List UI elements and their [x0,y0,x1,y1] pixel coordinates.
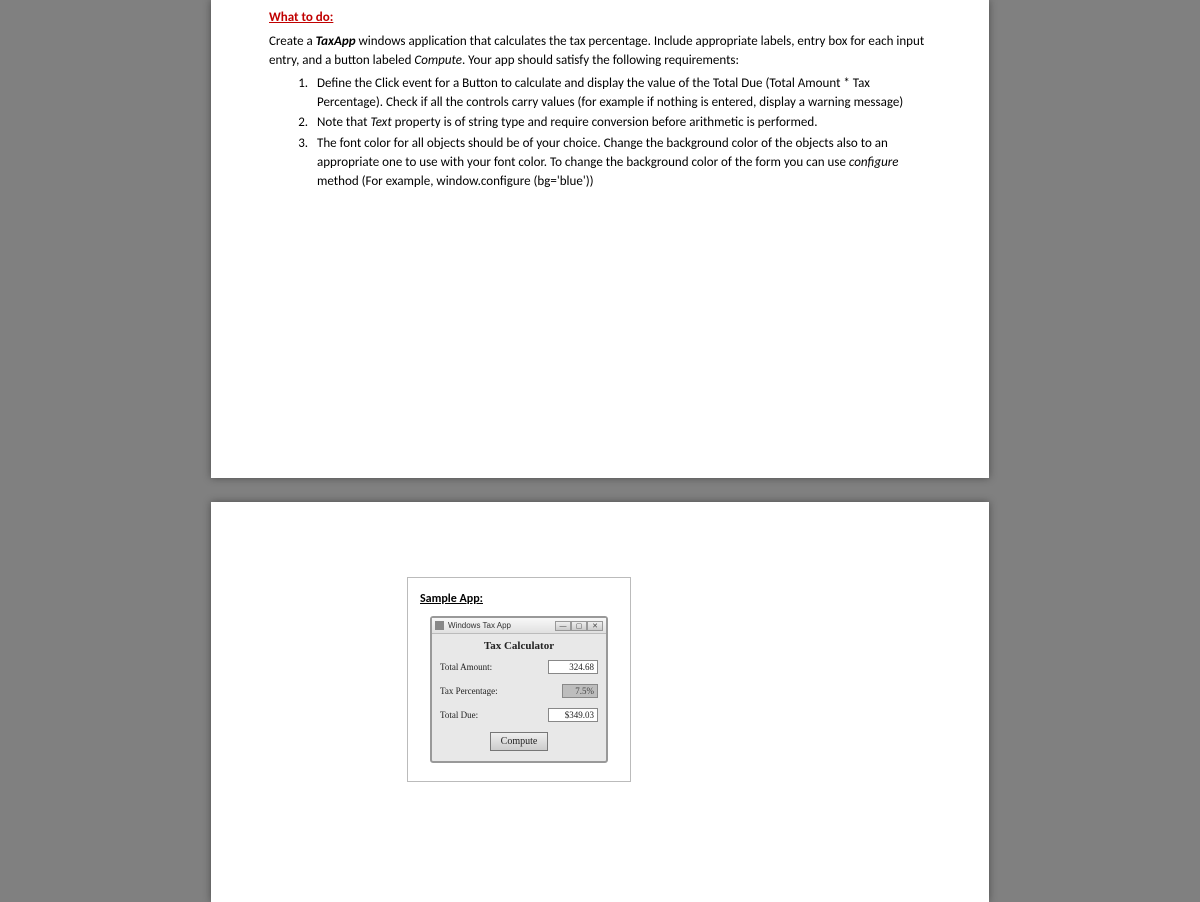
input-tax-percentage[interactable]: 7.5% [562,684,598,698]
intro-paragraph: Create a TaxApp windows application that… [269,33,931,71]
window-title: Windows Tax App [448,621,511,630]
req-item-3: The font color for all objects should be… [311,135,931,192]
req2-a: Note that [317,115,370,130]
req3-a: The font color for all objects should be… [317,136,888,170]
req2-c: property is of string type and require c… [392,115,818,130]
req-item-1: Define the Click event for a Button to c… [311,75,931,113]
output-total-due: $349.03 [548,708,598,722]
maximize-button[interactable]: ▢ [571,621,587,631]
section-heading: What to do: [269,10,931,25]
minimize-button[interactable]: — [555,621,571,631]
label-total-amount: Total Amount: [440,662,492,672]
row-total-amount: Total Amount: 324.68 [440,660,598,674]
app-window: Windows Tax App — ▢ ✕ Tax Calculator Tot… [430,616,608,763]
input-total-amount[interactable]: 324.68 [548,660,598,674]
requirements-list: Define the Click event for a Button to c… [269,75,931,192]
intro-appname: TaxApp [316,34,356,49]
req3-c: method (For example, window.configure (b… [317,174,594,189]
calc-title: Tax Calculator [440,640,598,652]
document-page-2: Sample App: Windows Tax App — ▢ ✕ Tax Ca… [211,502,989,902]
req3-configure-word: configure [849,155,899,170]
sample-app-frame: Sample App: Windows Tax App — ▢ ✕ Tax Ca… [407,577,631,782]
label-total-due: Total Due: [440,710,478,720]
row-tax-percentage: Tax Percentage: 7.5% [440,684,598,698]
intro-text-e: . Your app should satisfy the following … [462,53,739,68]
compute-button[interactable]: Compute [490,732,549,751]
label-tax-percentage: Tax Percentage: [440,686,498,696]
app-body: Tax Calculator Total Amount: 324.68 Tax … [432,634,606,761]
document-page-1: What to do: Create a TaxApp windows appl… [211,0,989,478]
req2-text-word: Text [370,115,391,130]
intro-text-a: Create a [269,34,316,49]
app-icon [435,621,444,630]
req-item-2: Note that Text property is of string typ… [311,114,931,133]
sample-heading: Sample App: [420,592,618,606]
row-total-due: Total Due: $349.03 [440,708,598,722]
intro-compute-word: Compute [414,53,462,68]
titlebar: Windows Tax App — ▢ ✕ [432,618,606,634]
window-controls: — ▢ ✕ [555,621,603,631]
close-button[interactable]: ✕ [587,621,603,631]
